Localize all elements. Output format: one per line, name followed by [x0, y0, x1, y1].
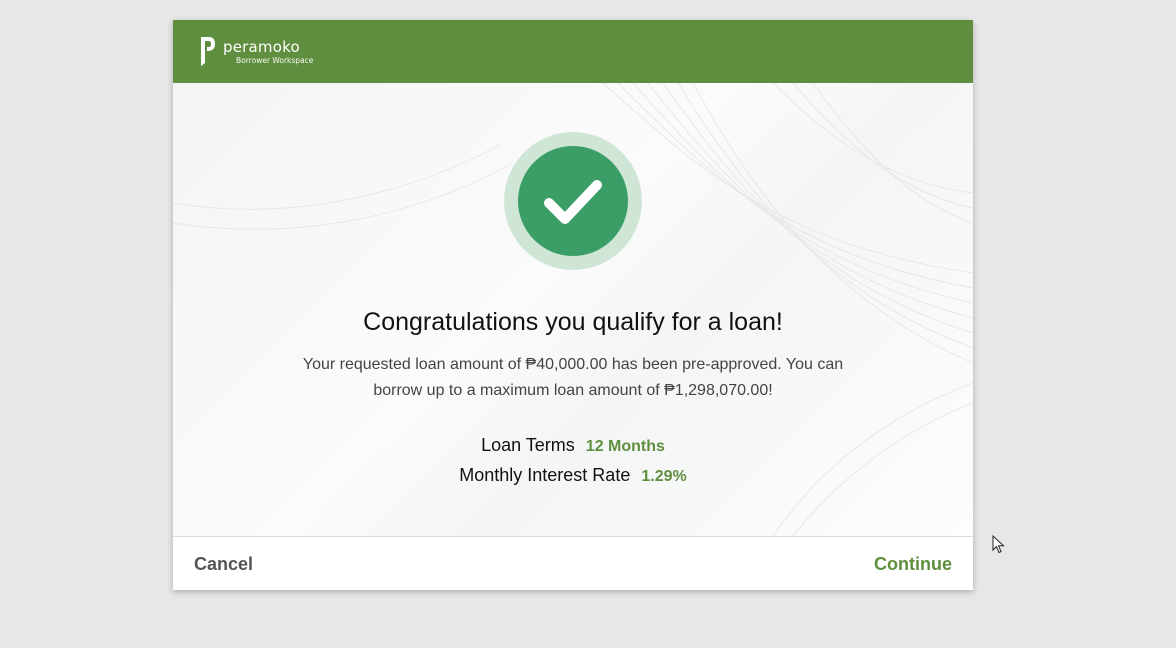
- description-line-2: borrow up to a maximum loan amount of ₱1…: [373, 382, 773, 399]
- description-line-1: Your requested loan amount of ₱40,000.00…: [302, 356, 844, 373]
- brand-name: peramoko: [223, 38, 300, 56]
- interest-rate-label: Monthly Interest Rate: [459, 465, 631, 485]
- mouse-pointer-icon: [992, 535, 1005, 554]
- dialog-footer: Cancel Continue: [173, 536, 973, 590]
- peramoko-logo-icon: [201, 37, 215, 66]
- dialog-header: peramoko Borrower Workspace: [173, 20, 973, 83]
- approval-description: Your requested loan amount of ₱40,000.00…: [293, 352, 853, 404]
- loan-terms-value: 12 Months: [585, 438, 665, 455]
- cancel-button[interactable]: Cancel: [194, 554, 253, 575]
- brand-subtitle: Borrower Workspace: [236, 56, 314, 65]
- interest-rate-value: 1.29%: [641, 468, 687, 485]
- check-circle-icon: [504, 132, 642, 270]
- continue-button[interactable]: Continue: [874, 554, 952, 575]
- loan-terms-row: Loan Terms 12 Months: [173, 435, 973, 456]
- loan-terms-label: Loan Terms: [481, 435, 575, 455]
- dialog-title: Congratulations you qualify for a loan!: [363, 308, 783, 336]
- brand-logo: peramoko Borrower Workspace: [199, 35, 313, 67]
- interest-rate-row: Monthly Interest Rate 1.29%: [173, 465, 973, 486]
- loan-qualification-dialog: peramoko Borrower Workspace Congratulati…: [173, 20, 973, 590]
- dialog-body: Congratulations you qualify for a loan! …: [173, 83, 973, 536]
